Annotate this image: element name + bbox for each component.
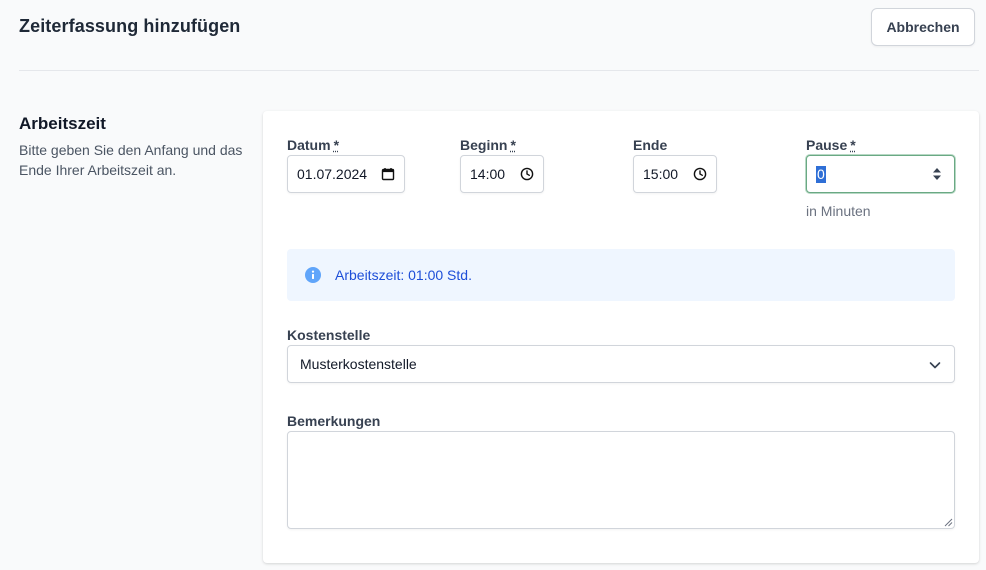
datum-label: Datum * [287,137,339,153]
page-title: Zeiterfassung hinzufügen [19,16,241,36]
info-circle-icon [305,267,321,283]
chevron-down-icon [929,362,941,369]
kostenstelle-label: Kostenstelle [287,327,371,343]
bemerkungen-textarea[interactable] [287,431,955,529]
beginn-label: Beginn * [460,137,516,153]
ende-label: Ende [633,137,667,153]
resize-grip-icon[interactable] [943,517,953,527]
beginn-value: 14:00 [470,166,506,182]
clock-icon[interactable] [693,167,707,181]
clock-icon[interactable] [520,167,534,181]
kostenstelle-value: Musterkostenstelle [300,356,417,372]
ende-label-text: Ende [633,137,668,153]
datum-value: 01.07.2024 [297,166,368,182]
beginn-field[interactable]: 14:00 [460,155,544,193]
working-time-text: Arbeitszeit: 01:00 Std. [335,267,472,283]
beginn-label-text: Beginn [460,137,508,153]
calendar-icon[interactable] [381,167,395,181]
required-marker: * [510,137,516,153]
spinner-arrows-icon[interactable] [931,165,943,183]
pause-value: 0 [816,165,826,183]
working-time-info: Arbeitszeit: 01:00 Std. [287,249,955,301]
pause-label-text: Pause [806,137,848,153]
form-card: Datum * 01.07.2024 Beginn * 14:00 Ende 15:… [263,111,979,563]
pause-field[interactable]: 0 [806,155,955,193]
required-marker: * [850,137,856,153]
pause-hint: in Minuten [806,203,871,219]
ende-value: 15:00 [643,166,679,182]
datum-field[interactable]: 01.07.2024 [287,155,405,193]
pause-label: Pause * [806,137,856,153]
section-title: Arbeitszeit [19,114,106,133]
datum-label-text: Datum [287,137,331,153]
bemerkungen-label: Bemerkungen [287,413,381,429]
required-marker: * [333,137,340,153]
header-divider [19,70,979,71]
cancel-button[interactable]: Abbrechen [871,8,975,46]
kostenstelle-select[interactable]: Musterkostenstelle [287,345,955,383]
section-description: Bitte geben Sie den Anfang und das Ende … [19,142,243,178]
ende-field[interactable]: 15:00 [633,155,717,193]
